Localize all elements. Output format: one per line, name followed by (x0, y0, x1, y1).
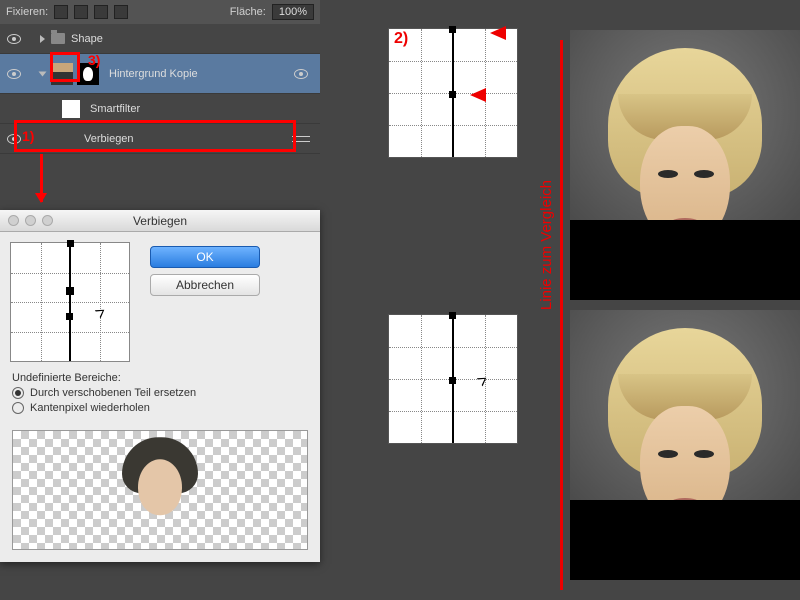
lock-image-icon[interactable] (74, 5, 88, 19)
annotation-step3: 3) (88, 52, 100, 68)
window-controls[interactable] (8, 215, 53, 226)
annotation-arrow-left (470, 88, 486, 102)
shear-dialog: Verbiegen OK Abbrechen Undefinierte Bere… (0, 210, 320, 562)
fill-label: Fläche: (230, 6, 266, 18)
annotation-step2: 2) (394, 30, 408, 48)
curve-handle (449, 377, 456, 384)
undefined-areas-group: Undefinierte Bereiche: Durch verschobene… (0, 372, 320, 424)
annotation-arrow-left (490, 26, 506, 40)
visibility-icon[interactable] (7, 69, 21, 79)
radio-icon[interactable] (12, 387, 24, 399)
curve-handle[interactable] (66, 313, 73, 320)
dialog-title: Verbiegen (133, 214, 187, 228)
filter-visibility-icon[interactable] (294, 69, 308, 79)
radio-wrap-around[interactable]: Durch verschobenen Teil ersetzen (12, 387, 308, 399)
shear-grid-result (388, 314, 518, 444)
curve-handle (449, 312, 456, 319)
lock-transparency-icon[interactable] (54, 5, 68, 19)
cancel-button[interactable]: Abbrechen (150, 274, 260, 296)
zoom-icon[interactable] (42, 215, 53, 226)
folder-icon (51, 33, 65, 44)
expand-icon[interactable] (39, 71, 47, 76)
curve-handle (449, 26, 456, 33)
undef-label: Undefinierte Bereiche: (12, 372, 308, 384)
shear-grid[interactable] (10, 242, 130, 362)
radio-repeat-edge[interactable]: Kantenpixel wiederholen (12, 402, 308, 414)
lock-label: Fixieren: (6, 6, 48, 18)
lock-position-icon[interactable] (94, 5, 108, 19)
visibility-icon[interactable] (7, 34, 21, 44)
curve-handle (449, 91, 456, 98)
annotation-box-mask (50, 52, 80, 82)
ok-button[interactable]: OK (150, 246, 260, 268)
cancel-label: Abbrechen (176, 278, 234, 292)
filtermask-thumbnail[interactable] (62, 100, 80, 118)
preview-head (122, 437, 198, 533)
curve-handle[interactable] (67, 240, 74, 247)
close-icon[interactable] (8, 215, 19, 226)
annotation-box-filter (14, 120, 296, 152)
lock-row: Fixieren: Fläche: 100% (0, 0, 320, 24)
expand-icon[interactable] (40, 35, 45, 43)
cursor-icon (477, 374, 489, 387)
radio-label: Kantenpixel wiederholen (30, 402, 150, 414)
layer-label: Smartfilter (90, 103, 140, 115)
lock-all-icon[interactable] (114, 5, 128, 19)
radio-icon[interactable] (12, 402, 24, 414)
portrait-before (570, 30, 800, 300)
cursor-icon (95, 306, 107, 319)
layer-label: Shape (71, 33, 103, 45)
portrait-after (570, 310, 800, 580)
annotation-arrow-down (40, 154, 43, 202)
shear-curve[interactable] (69, 243, 71, 361)
dialog-preview (12, 430, 308, 550)
fill-value[interactable]: 100% (272, 4, 314, 20)
layer-label: Hintergrund Kopie (109, 68, 198, 80)
layer-row-shape[interactable]: Shape (0, 24, 320, 54)
ok-label: OK (196, 250, 213, 264)
compare-line (560, 40, 563, 590)
minimize-icon[interactable] (25, 215, 36, 226)
dialog-titlebar[interactable]: Verbiegen (0, 210, 320, 232)
layer-row-bgcopy[interactable]: Hintergrund Kopie (0, 54, 320, 94)
radio-label: Durch verschobenen Teil ersetzen (30, 387, 196, 399)
compare-line-label: Linie zum Vergleich (538, 180, 555, 310)
annotation-step1: 1) (22, 128, 34, 144)
